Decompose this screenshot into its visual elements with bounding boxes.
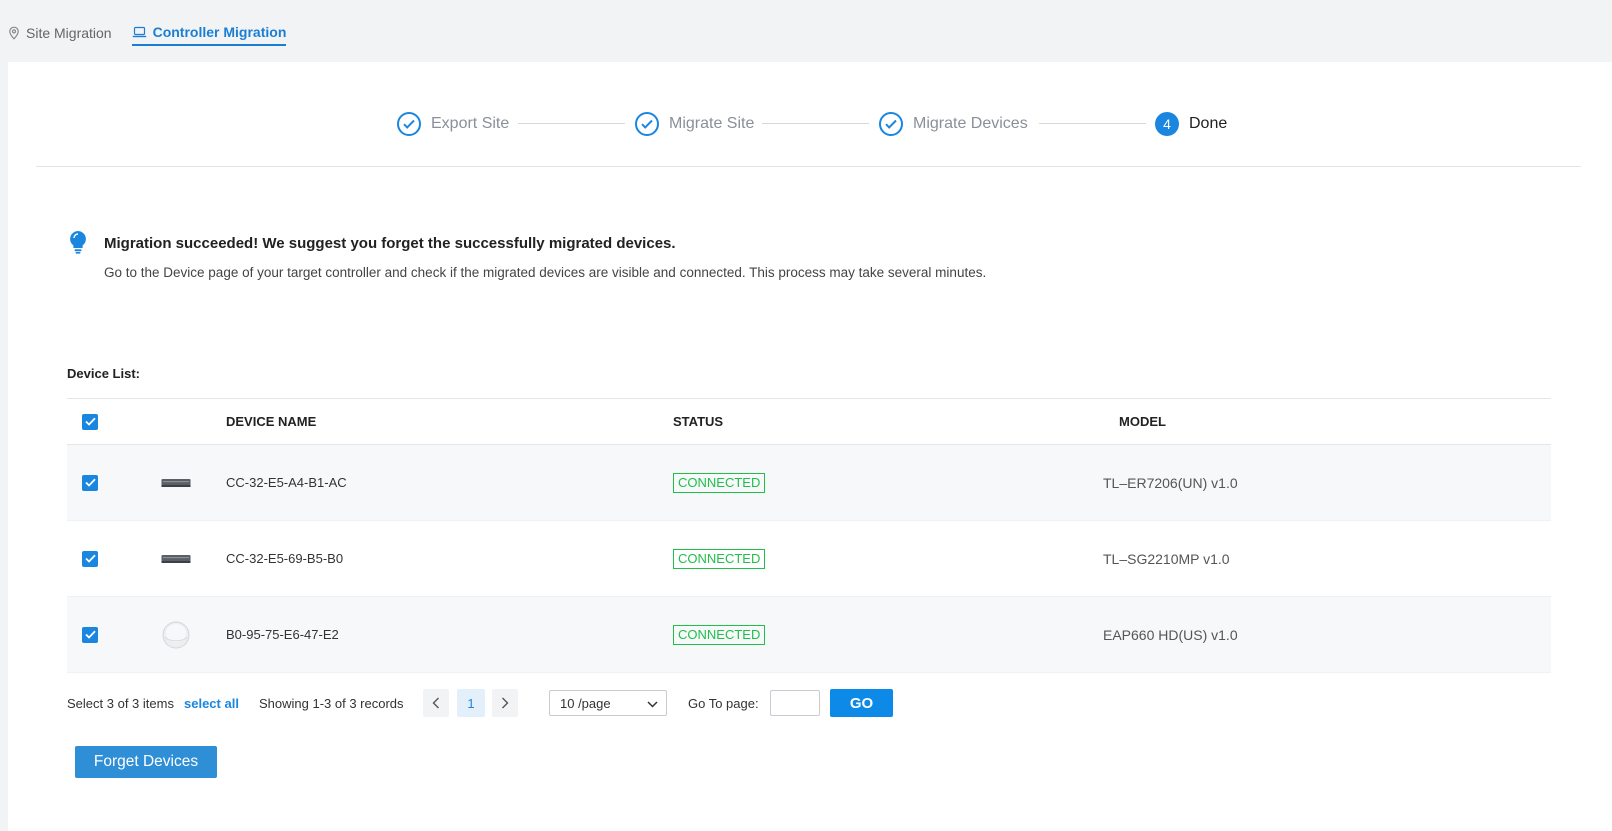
switch-icon bbox=[161, 521, 191, 596]
notice-title: Migration succeeded! We suggest you forg… bbox=[104, 235, 676, 252]
checkbox-checked-icon bbox=[82, 413, 98, 430]
row-checkbox[interactable] bbox=[82, 445, 98, 520]
step-label: Export Site bbox=[431, 115, 510, 132]
checkbox-checked-icon bbox=[82, 474, 98, 491]
checkbox-checked-icon bbox=[82, 626, 98, 643]
tab-label: Controller Migration bbox=[152, 24, 287, 40]
status-badge: CONNECTED bbox=[673, 624, 766, 645]
check-icon bbox=[879, 112, 903, 136]
step-label: Done bbox=[1189, 115, 1228, 132]
chevron-left-icon bbox=[423, 689, 449, 717]
device-model: TL–ER7206(UN) v1.0 bbox=[1103, 474, 1238, 491]
records-summary: Showing 1-3 of 3 records bbox=[259, 695, 404, 711]
table-row[interactable]: CC-32-E5-69-B5-B0 CONNECTED TL–SG2210MP … bbox=[67, 521, 1551, 597]
step-export-site: Export Site bbox=[397, 110, 509, 138]
page-size-select[interactable]: 10 /page bbox=[549, 689, 667, 717]
check-icon bbox=[397, 112, 421, 136]
device-name: CC-32-E5-A4-B1-AC bbox=[226, 475, 347, 490]
laptop-icon bbox=[132, 26, 147, 38]
step-label: Migrate Site bbox=[669, 115, 755, 132]
device-list-label: Device List: bbox=[67, 366, 140, 381]
location-pin-icon bbox=[8, 26, 20, 40]
status-cell: CONNECTED bbox=[673, 445, 766, 520]
lightbulb-icon bbox=[68, 230, 88, 259]
go-button-label: GO bbox=[830, 689, 893, 717]
step-number: 4 bbox=[1155, 112, 1179, 136]
tab-controller-migration[interactable]: Controller Migration bbox=[131, 20, 287, 46]
step-label: Migrate Devices bbox=[913, 115, 1028, 132]
device-name: CC-32-E5-69-B5-B0 bbox=[226, 551, 344, 566]
device-name: B0-95-75-E6-47-E2 bbox=[226, 627, 339, 642]
status-badge: CONNECTED bbox=[673, 548, 766, 569]
device-model: EAP660 HD(US) v1.0 bbox=[1103, 626, 1238, 643]
device-model: TL–SG2210MP v1.0 bbox=[1103, 550, 1230, 567]
goto-page-label: Go To page: bbox=[688, 695, 759, 711]
device-table: DEVICE NAME STATUS MODEL CC-32-E5-A4-B1-… bbox=[67, 398, 1551, 673]
check-icon bbox=[635, 112, 659, 136]
column-header-device-name[interactable]: DEVICE NAME bbox=[226, 399, 316, 444]
access-point-icon bbox=[161, 597, 191, 672]
go-button[interactable]: GO bbox=[830, 689, 893, 717]
step-migrate-devices: Migrate Devices bbox=[879, 110, 1028, 138]
prev-page-button[interactable] bbox=[423, 689, 449, 717]
row-checkbox[interactable] bbox=[82, 597, 98, 672]
selected-count: Select 3 of 3 items bbox=[67, 695, 174, 711]
page-size-value: 10 /page bbox=[560, 695, 611, 711]
page-number-button[interactable]: 1 bbox=[457, 689, 485, 717]
notice-description: Go to the Device page of your target con… bbox=[104, 265, 987, 280]
column-header-model[interactable]: MODEL bbox=[1119, 399, 1166, 444]
current-page: 1 bbox=[457, 689, 485, 717]
table-header: DEVICE NAME STATUS MODEL bbox=[67, 398, 1551, 445]
step-migrate-site: Migrate Site bbox=[635, 110, 754, 138]
migration-tabs: Site Migration Controller Migration bbox=[8, 20, 287, 46]
router-icon bbox=[161, 445, 191, 520]
chevron-right-icon bbox=[492, 689, 518, 717]
goto-page-input[interactable] bbox=[770, 690, 820, 716]
row-checkbox[interactable] bbox=[82, 521, 98, 596]
steps-divider bbox=[36, 166, 1581, 167]
status-badge: CONNECTED bbox=[673, 472, 766, 493]
table-row[interactable]: B0-95-75-E6-47-E2 CONNECTED EAP660 HD(US… bbox=[67, 597, 1551, 673]
tab-label: Site Migration bbox=[26, 25, 112, 41]
goto-page-field[interactable] bbox=[770, 689, 820, 717]
select-all-checkbox[interactable] bbox=[82, 399, 98, 444]
forget-devices-button[interactable]: Forget Devices bbox=[75, 746, 217, 778]
table-row[interactable]: CC-32-E5-A4-B1-AC CONNECTED TL–ER7206(UN… bbox=[67, 445, 1551, 521]
next-page-button[interactable] bbox=[492, 689, 518, 717]
column-header-status[interactable]: STATUS bbox=[673, 399, 723, 444]
chevron-down-icon bbox=[647, 696, 658, 711]
pagination-bar: Select 3 of 3 items select all Showing 1… bbox=[67, 689, 967, 717]
step-done: 4 Done bbox=[1155, 110, 1227, 138]
status-cell: CONNECTED bbox=[673, 521, 766, 596]
migration-steps: Export Site Migrate Site Migrate Devices… bbox=[0, 110, 1612, 138]
tab-site-migration[interactable]: Site Migration bbox=[8, 20, 112, 46]
checkbox-checked-icon bbox=[82, 550, 98, 567]
status-cell: CONNECTED bbox=[673, 597, 766, 672]
select-all-link[interactable]: select all bbox=[184, 689, 239, 717]
